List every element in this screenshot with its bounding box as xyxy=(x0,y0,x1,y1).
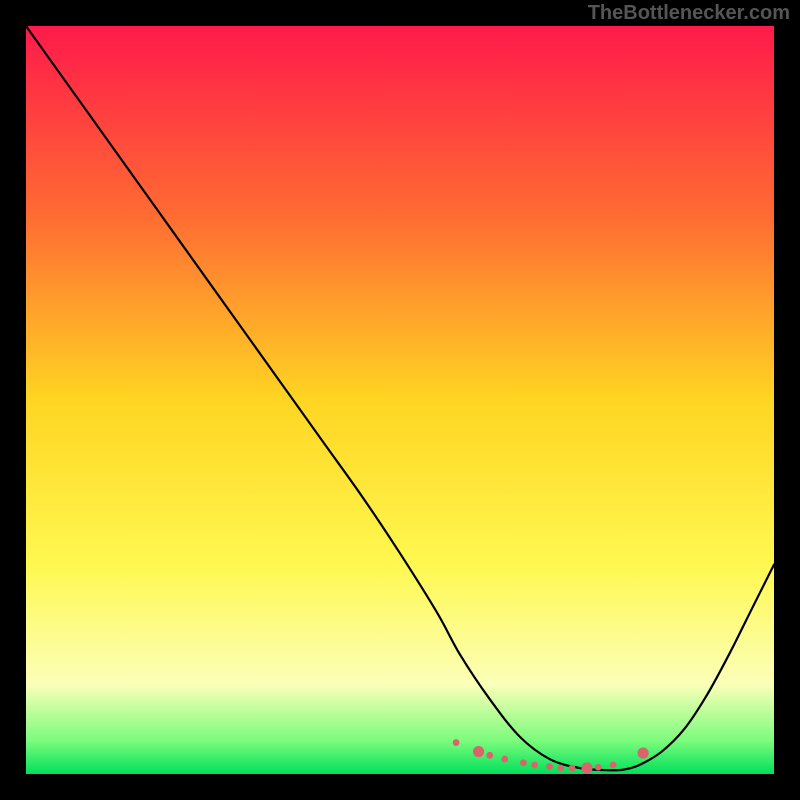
data-marker xyxy=(453,739,460,746)
data-marker xyxy=(473,746,484,757)
data-marker xyxy=(520,759,527,766)
chart-container: TheBottlenecker.com xyxy=(0,0,800,800)
data-marker xyxy=(610,762,617,769)
chart-background xyxy=(26,26,774,774)
data-marker xyxy=(486,752,493,759)
data-marker xyxy=(546,763,553,770)
data-marker xyxy=(581,762,592,773)
data-marker xyxy=(557,765,564,772)
data-marker xyxy=(569,765,576,772)
data-marker xyxy=(531,762,538,769)
plot-area xyxy=(26,26,774,774)
data-marker xyxy=(595,764,602,771)
data-marker xyxy=(501,756,508,763)
watermark-text: TheBottlenecker.com xyxy=(588,2,790,25)
data-marker xyxy=(638,747,649,758)
chart-svg xyxy=(26,26,774,774)
